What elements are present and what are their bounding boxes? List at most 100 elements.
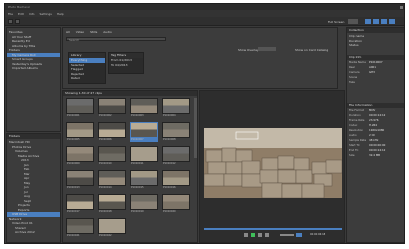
library-filter-box: Library Everything Selected Flagged Rejecte… (68, 52, 106, 84)
folder-item[interactable]: Archive 2012 (7, 230, 60, 235)
forward-icon[interactable] (258, 233, 262, 237)
play-icon[interactable] (251, 233, 255, 237)
toolbar: Full Screen (5, 17, 404, 26)
thumbnail-label: P1010022 (99, 234, 112, 237)
sidebar-item[interactable]: Imported Albums (7, 66, 60, 71)
thumbnail-image (130, 122, 158, 138)
menu-item-settings[interactable]: Settings (40, 12, 52, 16)
thumbnail[interactable]: P1010009 (66, 146, 94, 167)
tag-filter-item[interactable]: To 04/2013 (109, 63, 143, 68)
close-icon[interactable] (400, 5, 403, 9)
thumbnail-label: P1010017 (67, 210, 80, 213)
grid-header: Showing 1-30 of 47 clips (63, 91, 197, 96)
full-screen-label[interactable]: Full Screen (328, 20, 344, 24)
volume-slider[interactable] (280, 234, 294, 236)
thumbnail[interactable]: P1010013 (66, 170, 94, 191)
thumbnail-image (98, 122, 126, 138)
app-window: Photo Mechanic File Edit Info Settings Help … (4, 3, 405, 244)
library-filter-item[interactable]: Rated (69, 76, 105, 81)
thumbnail[interactable]: P1010003 (130, 98, 158, 119)
window-title: Photo Mechanic (8, 5, 31, 9)
fullscreen-icon[interactable] (296, 233, 302, 237)
folder-tree-panel: Folders Macintosh HD Photos Drive Volumes M… (6, 133, 61, 243)
tag-filter-box: Tag Filters From 01/2013 To 04/2013 (108, 52, 144, 74)
thumbnail-label: P1010020 (163, 210, 176, 213)
thumbnail-label: P1010008 (163, 138, 176, 141)
thumbnail-grid: Showing 1-30 of 47 clips P1010001 P101000… (62, 90, 198, 243)
thumbnail-label: P1010009 (67, 162, 80, 165)
transport-controls (244, 233, 269, 237)
thumbnail-label: P1010021 (67, 234, 80, 237)
thumbnail-image (162, 146, 190, 162)
thumbnail[interactable]: P1010005 (66, 122, 94, 143)
detail-view-icon[interactable] (389, 19, 395, 24)
thumbnail[interactable]: P1010010 (98, 146, 126, 167)
thumbnail-image (98, 194, 126, 210)
thumbnail[interactable]: P1010015 (130, 170, 158, 191)
metadata-value[interactable] (369, 80, 404, 85)
grid-view-icon[interactable] (365, 19, 371, 24)
thumbnail-image (66, 98, 94, 114)
thumbnail[interactable]: P1010004 (162, 98, 190, 119)
search-field[interactable]: Search (66, 37, 166, 42)
thumbnail-image (98, 98, 126, 114)
thumbnail-image (66, 194, 94, 210)
rewind-icon[interactable] (244, 233, 248, 237)
tab-all[interactable]: All (66, 30, 70, 34)
thumbnail[interactable]: P1010001 (66, 98, 94, 119)
thumbnail-image (66, 218, 94, 234)
timeline-scrubber[interactable] (204, 228, 342, 230)
grid-scrollbar[interactable] (194, 98, 197, 158)
thumbnail-label: P1010015 (131, 186, 144, 189)
video-viewer: 00:00:06:18 (199, 90, 345, 243)
menu-bar: File Edit Info Settings Help (5, 10, 404, 17)
overlay-dropdown[interactable] (258, 47, 276, 51)
library-sidebar: Favorites All Your Stuff Recently Ed Albums… (6, 27, 61, 132)
thumbnail-label: P1010002 (99, 114, 112, 117)
metadata-key: Take (349, 79, 355, 84)
import-icon[interactable] (8, 19, 13, 24)
collection-field: Status (349, 43, 359, 47)
thumbnail[interactable]: P1010018 (98, 194, 126, 215)
video-frame-image (204, 128, 342, 198)
menu-item-file[interactable]: File (8, 12, 13, 16)
tab-video[interactable]: Video (76, 30, 84, 34)
menu-item-help[interactable]: Help (57, 12, 64, 16)
show-overlays-toggle[interactable]: Show Overlays (238, 48, 260, 52)
thumbnail-image (130, 194, 158, 210)
thumbnail[interactable]: P1010020 (162, 194, 190, 215)
thumbnail[interactable]: P1010014 (98, 170, 126, 191)
thumbnail-image (98, 218, 126, 234)
filmstrip-view-icon[interactable] (381, 19, 387, 24)
thumbnail[interactable]: P1010008 (162, 122, 190, 143)
export-icon[interactable] (15, 19, 20, 24)
thumbnail-label: P1010010 (99, 162, 112, 165)
video-frame (204, 128, 342, 198)
metadata-value[interactable]: 32.4 MB (369, 153, 404, 158)
thumbnail[interactable]: P1010011 (130, 146, 158, 167)
thumbnail[interactable]: P1010006 (98, 122, 126, 143)
show-card-catalog-toggle[interactable]: Show on Card Catalog (295, 48, 328, 52)
metadata-key: Size (349, 152, 355, 157)
view-mode-dropdown[interactable] (348, 19, 358, 24)
list-view-icon[interactable] (373, 19, 379, 24)
metadata-row: Take (347, 80, 404, 85)
thumbnail[interactable]: P1010019 (130, 194, 158, 215)
thumbnail-label: P1010014 (99, 186, 112, 189)
thumbnail[interactable]: P1010022 (98, 218, 126, 239)
thumbnail[interactable]: P1010017 (66, 194, 94, 215)
tab-stills[interactable]: Stills (90, 30, 97, 34)
thumbnail-image (66, 122, 94, 138)
loop-icon[interactable] (265, 233, 269, 237)
thumbnail[interactable]: P1010016 (162, 170, 190, 191)
thumbnail-image (162, 122, 190, 138)
menu-item-info[interactable]: Info (29, 12, 35, 16)
thumbnail[interactable]: P1010007 (130, 122, 158, 143)
thumbnail[interactable]: P1010002 (98, 98, 126, 119)
thumbnail[interactable]: P1010012 (162, 146, 190, 167)
thumbnail[interactable]: P1010021 (66, 218, 94, 239)
thumbnail-image (66, 170, 94, 186)
thumbnail-image (162, 98, 190, 114)
tab-audio[interactable]: Audio (103, 30, 112, 34)
menu-item-edit[interactable]: Edit (18, 12, 24, 16)
